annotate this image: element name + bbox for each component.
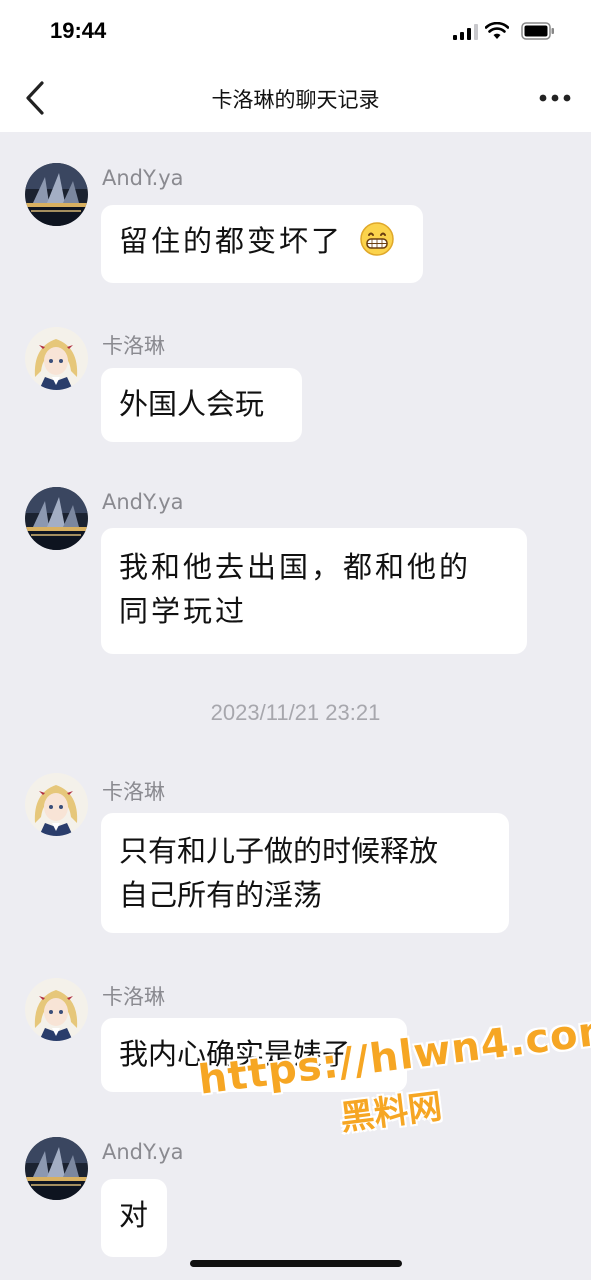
message-text-line: 只有和儿子做的时候释放 bbox=[119, 834, 439, 868]
message-text-line: 同学玩过 bbox=[119, 594, 248, 628]
nav-bar: 卡洛琳的聊天记录 bbox=[0, 64, 591, 132]
message-text: 外国人会玩 bbox=[119, 387, 265, 421]
status-time: 19:44 bbox=[50, 18, 107, 43]
status-bar: 19:44 bbox=[0, 0, 591, 64]
sender-name: AndY.ya bbox=[102, 490, 184, 514]
signal-icon bbox=[453, 24, 478, 40]
timestamp: 2023/11/21 23:21 bbox=[210, 700, 381, 725]
city-night-avatar-icon bbox=[25, 487, 88, 550]
sender-name: 卡洛琳 bbox=[102, 780, 165, 804]
avatar[interactable] bbox=[25, 327, 88, 390]
message-bubble[interactable]: 我和他去出国，都和他的 同学玩过 bbox=[101, 528, 527, 654]
message-text-line: 自己所有的淫荡 bbox=[119, 878, 323, 912]
message-bubble[interactable]: 对 bbox=[101, 1179, 167, 1257]
sender-name: AndY.ya bbox=[102, 166, 184, 190]
grinning-face-emoji bbox=[360, 222, 394, 256]
avatar[interactable] bbox=[25, 773, 88, 836]
anime-girl-avatar-icon bbox=[25, 978, 88, 1041]
sender-name: AndY.ya bbox=[102, 1140, 184, 1164]
anime-girl-avatar-icon bbox=[25, 773, 88, 836]
avatar[interactable] bbox=[25, 487, 88, 550]
message-text: 留住的都变坏了 bbox=[119, 224, 344, 258]
sender-name: 卡洛琳 bbox=[102, 985, 165, 1009]
message-bubble[interactable]: 只有和儿子做的时候释放 自己所有的淫荡 bbox=[101, 813, 509, 933]
message-text-line: 我和他去出国，都和他的 bbox=[119, 550, 472, 584]
home-indicator bbox=[190, 1260, 402, 1267]
more-button[interactable] bbox=[537, 84, 573, 112]
more-dots-icon bbox=[539, 94, 571, 102]
avatar[interactable] bbox=[25, 978, 88, 1041]
message-bubble[interactable]: 外国人会玩 bbox=[101, 368, 302, 442]
watermark-name: 黑料网 bbox=[338, 1086, 445, 1139]
message-bubble[interactable]: 留住的都变坏了 bbox=[101, 205, 423, 283]
page-title: 卡洛琳的聊天记录 bbox=[211, 88, 380, 112]
sender-name: 卡洛琳 bbox=[102, 334, 165, 358]
avatar[interactable] bbox=[25, 163, 88, 226]
anime-girl-avatar-icon bbox=[25, 327, 88, 390]
city-night-avatar-icon bbox=[25, 163, 88, 226]
avatar[interactable] bbox=[25, 1137, 88, 1200]
city-night-avatar-icon bbox=[25, 1137, 88, 1200]
wifi-icon bbox=[485, 22, 509, 39]
battery-icon bbox=[521, 22, 554, 40]
message-text: 对 bbox=[119, 1198, 152, 1232]
